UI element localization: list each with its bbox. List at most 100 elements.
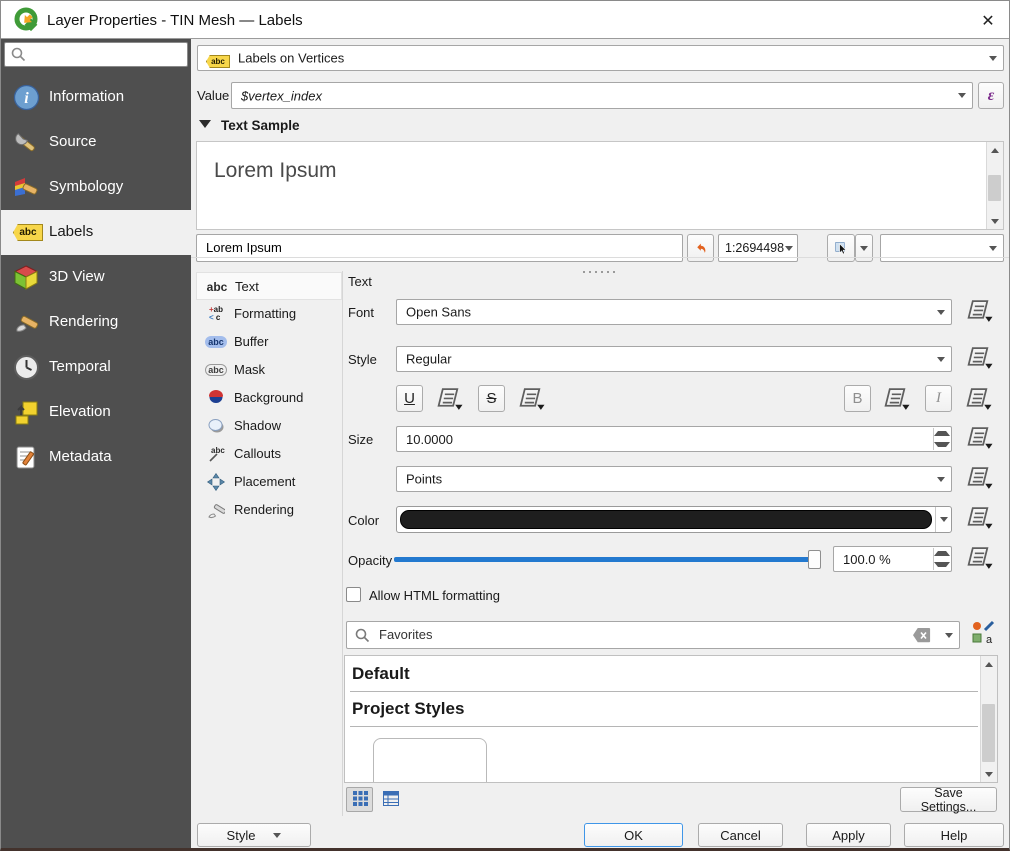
value-label: Value — [197, 88, 229, 103]
style-section-default: Default — [352, 664, 410, 684]
font-style-select[interactable]: Regular — [396, 346, 952, 372]
clock-icon — [13, 354, 40, 381]
title-bar: Layer Properties - TIN Mesh — Labels ✕ — [1, 1, 1010, 39]
font-select[interactable]: Open Sans — [396, 299, 952, 325]
sidebar-search-input[interactable] — [31, 44, 183, 65]
size-spinbox[interactable]: 10.0000 — [396, 426, 952, 452]
scroll-up-icon[interactable] — [981, 656, 997, 672]
style-section-project-styles: Project Styles — [352, 699, 464, 719]
tab-placement[interactable]: Placement — [196, 468, 342, 496]
clear-search-icon[interactable] — [913, 628, 931, 646]
list-view-toggle[interactable] — [377, 787, 404, 812]
opacity-slider[interactable] — [394, 549, 824, 570]
value-expression-combo[interactable]: $vertex_index — [231, 82, 973, 109]
scrollbar-thumb[interactable] — [988, 175, 1001, 201]
label-mode-select[interactable]: abc Labels on Vertices — [197, 45, 1004, 71]
chevron-down-icon — [931, 347, 951, 371]
data-defined-override-button[interactable] — [963, 465, 995, 495]
collapse-triangle-icon[interactable] — [199, 120, 211, 128]
style-list[interactable]: Default Project Styles — [344, 655, 998, 783]
label-mode-value: Labels on Vertices — [238, 51, 344, 66]
italic-button[interactable]: I — [925, 385, 952, 412]
sidebar-item-temporal[interactable]: Temporal — [1, 345, 191, 390]
style-search-input[interactable] — [377, 626, 887, 643]
style-preview-card[interactable] — [373, 738, 487, 783]
splitter-handle[interactable] — [581, 263, 617, 278]
allow-html-checkbox[interactable] — [346, 587, 361, 602]
tab-rendering[interactable]: Rendering — [196, 496, 342, 524]
apply-button[interactable]: Apply — [806, 823, 891, 847]
size-value: 10.0000 — [406, 432, 453, 447]
scroll-down-icon[interactable] — [981, 766, 997, 782]
tab-shadow[interactable]: Shadow — [196, 412, 342, 440]
color-button[interactable] — [396, 506, 952, 533]
help-button[interactable]: Help — [904, 823, 1004, 847]
style-menu-button[interactable]: Style — [197, 823, 311, 847]
cancel-button[interactable]: Cancel — [698, 823, 783, 847]
sidebar-item-information[interactable]: i Information — [1, 75, 191, 120]
data-defined-override-button[interactable] — [963, 298, 995, 328]
ok-button[interactable]: OK — [584, 823, 683, 847]
scroll-down-icon[interactable] — [987, 213, 1003, 229]
tab-background[interactable]: Background — [196, 384, 342, 412]
underline-button[interactable]: U — [396, 385, 423, 412]
tab-mask[interactable]: abc Mask — [196, 356, 342, 384]
data-defined-override-button[interactable] — [963, 345, 995, 375]
style-label: Style — [348, 352, 377, 367]
data-defined-override-button[interactable] — [962, 386, 994, 416]
spin-arrows[interactable] — [933, 548, 950, 570]
close-button[interactable]: ✕ — [973, 9, 1003, 33]
chevron-down-icon — [860, 246, 868, 251]
icon-view-toggle[interactable] — [346, 787, 373, 812]
tab-callouts[interactable]: abc Callouts — [196, 440, 342, 468]
sidebar-item-source[interactable]: Source — [1, 120, 191, 165]
data-defined-override-button[interactable] — [515, 386, 547, 416]
style-search-combo[interactable] — [346, 621, 960, 649]
data-defined-override-button[interactable] — [880, 386, 912, 416]
placement-tab-icon — [204, 471, 228, 493]
slider-handle[interactable] — [808, 550, 821, 569]
sidebar-item-3d-view[interactable]: 3D View — [1, 255, 191, 300]
tab-text[interactable]: abc Text — [196, 272, 342, 300]
style-manager-button[interactable]: a — [968, 619, 998, 649]
data-defined-override-button[interactable] — [963, 545, 995, 575]
font-label: Font — [348, 305, 374, 320]
chevron-down-icon[interactable] — [935, 507, 951, 532]
bold-button[interactable]: B — [844, 385, 871, 412]
sidebar-item-metadata[interactable]: Metadata — [1, 435, 191, 480]
sidebar-item-elevation[interactable]: Elevation — [1, 390, 191, 435]
data-defined-override-button[interactable] — [963, 425, 995, 455]
size-label: Size — [348, 432, 373, 447]
chevron-down-icon[interactable] — [939, 622, 959, 648]
data-defined-override-button[interactable] — [433, 386, 465, 416]
sidebar-search[interactable] — [4, 42, 188, 67]
color-swatch — [400, 510, 932, 529]
data-defined-override-button[interactable] — [963, 505, 995, 535]
save-settings-button[interactable]: Save Settings... — [900, 787, 997, 812]
chevron-down-icon — [983, 46, 1003, 70]
strikethrough-button[interactable]: S — [478, 385, 505, 412]
tab-buffer[interactable]: abc Buffer — [196, 328, 342, 356]
sidebar-item-symbology[interactable]: Symbology — [1, 165, 191, 210]
style-list-scrollbar[interactable] — [980, 656, 997, 782]
slider-track — [394, 557, 810, 562]
metadata-icon — [13, 444, 40, 471]
chevron-down-icon — [952, 83, 972, 108]
preview-scrollbar[interactable] — [986, 142, 1003, 229]
cube-3d-icon — [13, 264, 40, 291]
buffer-tab-icon: abc — [204, 331, 228, 353]
tab-formatting[interactable]: +ab< c Formatting — [196, 300, 342, 328]
sample-text-input[interactable] — [204, 239, 674, 256]
scroll-up-icon[interactable] — [987, 142, 1003, 158]
sidebar-item-rendering[interactable]: Rendering — [1, 300, 191, 345]
text-sample-preview: Lorem Ipsum — [196, 141, 1004, 230]
size-unit-select[interactable]: Points — [396, 466, 952, 492]
info-icon: i — [13, 84, 40, 111]
sidebar-item-labels[interactable]: abc Labels — [1, 210, 191, 255]
scrollbar-thumb[interactable] — [982, 704, 995, 762]
spin-arrows[interactable] — [933, 428, 950, 450]
opacity-label: Opacity — [348, 553, 392, 568]
opacity-spinbox[interactable]: 100.0 % — [833, 546, 952, 572]
expression-builder-button[interactable]: ε — [978, 82, 1004, 109]
formatting-tab-icon: +ab< c — [204, 303, 228, 325]
